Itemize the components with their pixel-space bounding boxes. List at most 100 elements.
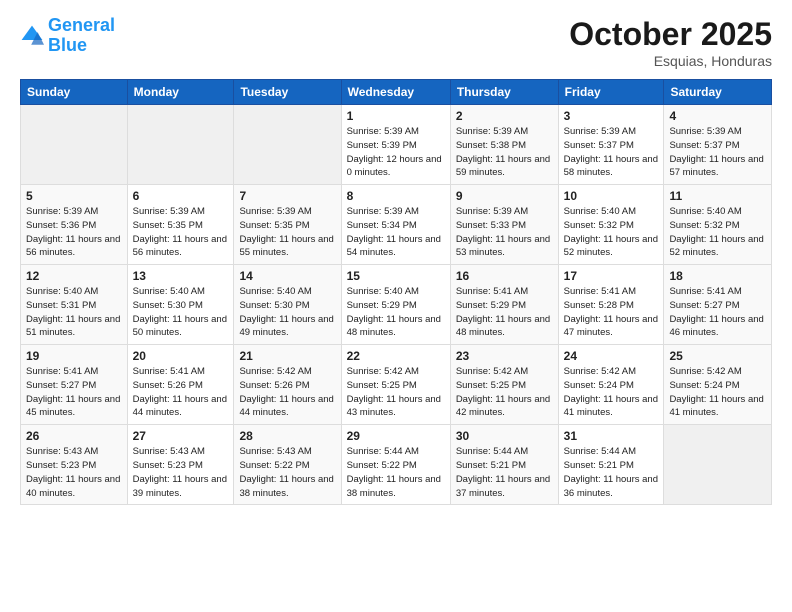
day-header-saturday: Saturday [664, 80, 772, 105]
day-header-sunday: Sunday [21, 80, 128, 105]
calendar-cell: 6 Sunrise: 5:39 AMSunset: 5:35 PMDaylight… [127, 185, 234, 265]
cell-info: Sunrise: 5:39 AMSunset: 5:36 PMDaylight:… [26, 205, 122, 260]
calendar-cell [664, 425, 772, 505]
cell-info: Sunrise: 5:43 AMSunset: 5:23 PMDaylight:… [26, 445, 122, 500]
calendar-table: SundayMondayTuesdayWednesdayThursdayFrid… [20, 79, 772, 505]
cell-date-number: 6 [133, 189, 229, 203]
cell-info: Sunrise: 5:44 AMSunset: 5:21 PMDaylight:… [564, 445, 659, 500]
cell-date-number: 5 [26, 189, 122, 203]
cell-date-number: 22 [347, 349, 445, 363]
calendar-cell: 24Sunrise: 5:42 AMSunset: 5:24 PMDayligh… [558, 345, 664, 425]
calendar-cell: 12Sunrise: 5:40 AMSunset: 5:31 PMDayligh… [21, 265, 128, 345]
cell-info: Sunrise: 5:40 AMSunset: 5:29 PMDaylight:… [347, 285, 445, 340]
calendar-cell: 26 Sunrise: 5:43 AMSunset: 5:23 PMDayligh… [21, 425, 128, 505]
calendar-cell: 22Sunrise: 5:42 AMSunset: 5:25 PMDayligh… [341, 345, 450, 425]
cell-date-number: 20 [133, 349, 229, 363]
cell-date-number: 9 [456, 189, 553, 203]
cell-info: Sunrise: 5:39 AMSunset: 5:37 PMDaylight:… [564, 125, 659, 180]
calendar-cell: 13 Sunrise: 5:40 AMSunset: 5:30 PMDayligh… [127, 265, 234, 345]
calendar-cell: 9 Sunrise: 5:39 AMSunset: 5:33 PMDaylight… [450, 185, 558, 265]
week-row-2: 5 Sunrise: 5:39 AMSunset: 5:36 PMDaylight… [21, 185, 772, 265]
calendar-cell: 7 Sunrise: 5:39 AMSunset: 5:35 PMDaylight… [234, 185, 341, 265]
title-block: October 2025 Esquias, Honduras [569, 16, 772, 69]
calendar-cell: 2Sunrise: 5:39 AMSunset: 5:38 PMDaylight… [450, 105, 558, 185]
cell-info: Sunrise: 5:44 AMSunset: 5:21 PMDaylight:… [456, 445, 553, 500]
cell-date-number: 7 [239, 189, 335, 203]
month-title: October 2025 [569, 16, 772, 53]
day-header-tuesday: Tuesday [234, 80, 341, 105]
calendar-cell: 16Sunrise: 5:41 AMSunset: 5:29 PMDayligh… [450, 265, 558, 345]
cell-info: Sunrise: 5:42 AMSunset: 5:24 PMDaylight:… [564, 365, 659, 420]
cell-date-number: 19 [26, 349, 122, 363]
cell-date-number: 1 [347, 109, 445, 123]
cell-info: Sunrise: 5:42 AMSunset: 5:24 PMDaylight:… [669, 365, 766, 420]
cell-info: Sunrise: 5:39 AMSunset: 5:35 PMDaylight:… [239, 205, 335, 260]
cell-info: Sunrise: 5:40 AMSunset: 5:30 PMDaylight:… [239, 285, 335, 340]
calendar-header-row: SundayMondayTuesdayWednesdayThursdayFrid… [21, 80, 772, 105]
cell-date-number: 21 [239, 349, 335, 363]
calendar-cell: 18 Sunrise: 5:41 AMSunset: 5:27 PMDayligh… [664, 265, 772, 345]
calendar-cell: 25Sunrise: 5:42 AMSunset: 5:24 PMDayligh… [664, 345, 772, 425]
cell-date-number: 17 [564, 269, 659, 283]
logo: General Blue [20, 16, 115, 56]
cell-info: Sunrise: 5:40 AMSunset: 5:32 PMDaylight:… [669, 205, 766, 260]
cell-info: Sunrise: 5:39 AMSunset: 5:39 PMDaylight:… [347, 125, 445, 180]
cell-info: Sunrise: 5:39 AMSunset: 5:34 PMDaylight:… [347, 205, 445, 260]
cell-date-number: 26 [26, 429, 122, 443]
cell-date-number: 23 [456, 349, 553, 363]
cell-date-number: 13 [133, 269, 229, 283]
cell-date-number: 15 [347, 269, 445, 283]
logo-text: General Blue [48, 16, 115, 56]
cell-info: Sunrise: 5:44 AMSunset: 5:22 PMDaylight:… [347, 445, 445, 500]
cell-info: Sunrise: 5:40 AMSunset: 5:32 PMDaylight:… [564, 205, 659, 260]
calendar-cell: 23 Sunrise: 5:42 AMSunset: 5:25 PMDayligh… [450, 345, 558, 425]
cell-date-number: 2 [456, 109, 553, 123]
day-header-friday: Friday [558, 80, 664, 105]
cell-info: Sunrise: 5:40 AMSunset: 5:31 PMDaylight:… [26, 285, 122, 340]
week-row-3: 12Sunrise: 5:40 AMSunset: 5:31 PMDayligh… [21, 265, 772, 345]
calendar-cell: 11Sunrise: 5:40 AMSunset: 5:32 PMDayligh… [664, 185, 772, 265]
calendar-cell: 3 Sunrise: 5:39 AMSunset: 5:37 PMDaylight… [558, 105, 664, 185]
cell-info: Sunrise: 5:41 AMSunset: 5:28 PMDaylight:… [564, 285, 659, 340]
calendar-cell: 30 Sunrise: 5:44 AMSunset: 5:21 PMDayligh… [450, 425, 558, 505]
cell-date-number: 31 [564, 429, 659, 443]
cell-info: Sunrise: 5:39 AMSunset: 5:35 PMDaylight:… [133, 205, 229, 260]
calendar-cell: 4 Sunrise: 5:39 AMSunset: 5:37 PMDaylight… [664, 105, 772, 185]
calendar-cell [127, 105, 234, 185]
cell-info: Sunrise: 5:40 AMSunset: 5:30 PMDaylight:… [133, 285, 229, 340]
week-row-5: 26 Sunrise: 5:43 AMSunset: 5:23 PMDayligh… [21, 425, 772, 505]
calendar-cell: 8 Sunrise: 5:39 AMSunset: 5:34 PMDaylight… [341, 185, 450, 265]
week-row-1: 1 Sunrise: 5:39 AMSunset: 5:39 PMDaylight… [21, 105, 772, 185]
calendar-cell: 17 Sunrise: 5:41 AMSunset: 5:28 PMDayligh… [558, 265, 664, 345]
cell-date-number: 4 [669, 109, 766, 123]
calendar-cell: 27Sunrise: 5:43 AMSunset: 5:23 PMDayligh… [127, 425, 234, 505]
day-header-monday: Monday [127, 80, 234, 105]
cell-info: Sunrise: 5:42 AMSunset: 5:25 PMDaylight:… [456, 365, 553, 420]
logo-icon [20, 24, 44, 48]
cell-info: Sunrise: 5:39 AMSunset: 5:33 PMDaylight:… [456, 205, 553, 260]
header: General Blue October 2025 Esquias, Hondu… [20, 16, 772, 69]
cell-date-number: 30 [456, 429, 553, 443]
cell-date-number: 16 [456, 269, 553, 283]
calendar-cell [21, 105, 128, 185]
calendar-cell: 20 Sunrise: 5:41 AMSunset: 5:26 PMDayligh… [127, 345, 234, 425]
page: General Blue October 2025 Esquias, Hondu… [0, 0, 792, 612]
cell-date-number: 18 [669, 269, 766, 283]
cell-info: Sunrise: 5:41 AMSunset: 5:27 PMDaylight:… [26, 365, 122, 420]
cell-info: Sunrise: 5:42 AMSunset: 5:26 PMDaylight:… [239, 365, 335, 420]
calendar-cell: 15 Sunrise: 5:40 AMSunset: 5:29 PMDayligh… [341, 265, 450, 345]
calendar-cell: 10Sunrise: 5:40 AMSunset: 5:32 PMDayligh… [558, 185, 664, 265]
day-header-wednesday: Wednesday [341, 80, 450, 105]
cell-info: Sunrise: 5:43 AMSunset: 5:22 PMDaylight:… [239, 445, 335, 500]
week-row-4: 19 Sunrise: 5:41 AMSunset: 5:27 PMDayligh… [21, 345, 772, 425]
cell-info: Sunrise: 5:41 AMSunset: 5:26 PMDaylight:… [133, 365, 229, 420]
day-header-thursday: Thursday [450, 80, 558, 105]
cell-date-number: 28 [239, 429, 335, 443]
cell-date-number: 8 [347, 189, 445, 203]
cell-date-number: 3 [564, 109, 659, 123]
calendar-cell: 21 Sunrise: 5:42 AMSunset: 5:26 PMDayligh… [234, 345, 341, 425]
cell-info: Sunrise: 5:41 AMSunset: 5:27 PMDaylight:… [669, 285, 766, 340]
cell-info: Sunrise: 5:39 AMSunset: 5:37 PMDaylight:… [669, 125, 766, 180]
calendar-cell: 5 Sunrise: 5:39 AMSunset: 5:36 PMDaylight… [21, 185, 128, 265]
calendar-cell: 14Sunrise: 5:40 AMSunset: 5:30 PMDayligh… [234, 265, 341, 345]
